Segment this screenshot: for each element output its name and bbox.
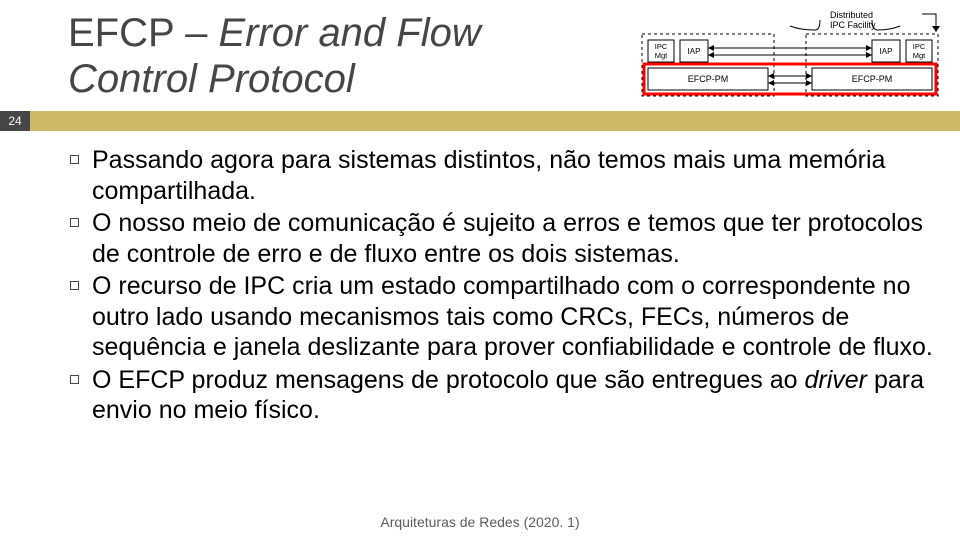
list-item: O recurso de IPC cria um estado comparti… — [70, 271, 940, 365]
list-item: O nosso meio de comunicação é sujeito a … — [70, 208, 940, 271]
svg-text:Mgt: Mgt — [655, 51, 668, 60]
page-number: 24 — [0, 111, 30, 131]
dist-label-1: Distributed — [830, 10, 873, 20]
efcp-diagram: Distributed IPC Facility IPC Mgt IAP EFC… — [640, 8, 940, 103]
page-title: EFCP – Error and Flow Control Protocol — [68, 10, 620, 102]
box-iap-left: IAP — [688, 47, 701, 56]
box-ipc-mgt-right: IPC — [913, 42, 926, 51]
content-area: Passando agora para sistemas distintos, … — [0, 131, 960, 428]
list-item: Passando agora para sistemas distintos, … — [70, 145, 940, 208]
bullet-list: Passando agora para sistemas distintos, … — [70, 145, 940, 428]
list-item: O EFCP produz mensagens de protocolo que… — [70, 365, 940, 428]
bullet-4-part-2: driver — [805, 366, 874, 394]
title-row: EFCP – Error and Flow Control Protocol D… — [0, 0, 960, 103]
bullet-4-part-1: O EFCP produz mensagens de protocolo que… — [92, 366, 805, 394]
box-ipc-mgt-left: IPC — [655, 42, 668, 51]
slide: EFCP – Error and Flow Control Protocol D… — [0, 0, 960, 540]
svg-text:Mgt: Mgt — [913, 51, 926, 60]
box-iap-right: IAP — [880, 47, 893, 56]
dist-label-2: IPC Facility — [830, 20, 876, 30]
title-prefix: EFCP – — [68, 11, 218, 55]
accent-strip: 24 — [0, 111, 960, 131]
box-efcp-right: EFCP-PM — [852, 74, 893, 84]
box-efcp-left: EFCP-PM — [688, 74, 729, 84]
footer-text: Arquiteturas de Redes (2020. 1) — [0, 514, 960, 530]
